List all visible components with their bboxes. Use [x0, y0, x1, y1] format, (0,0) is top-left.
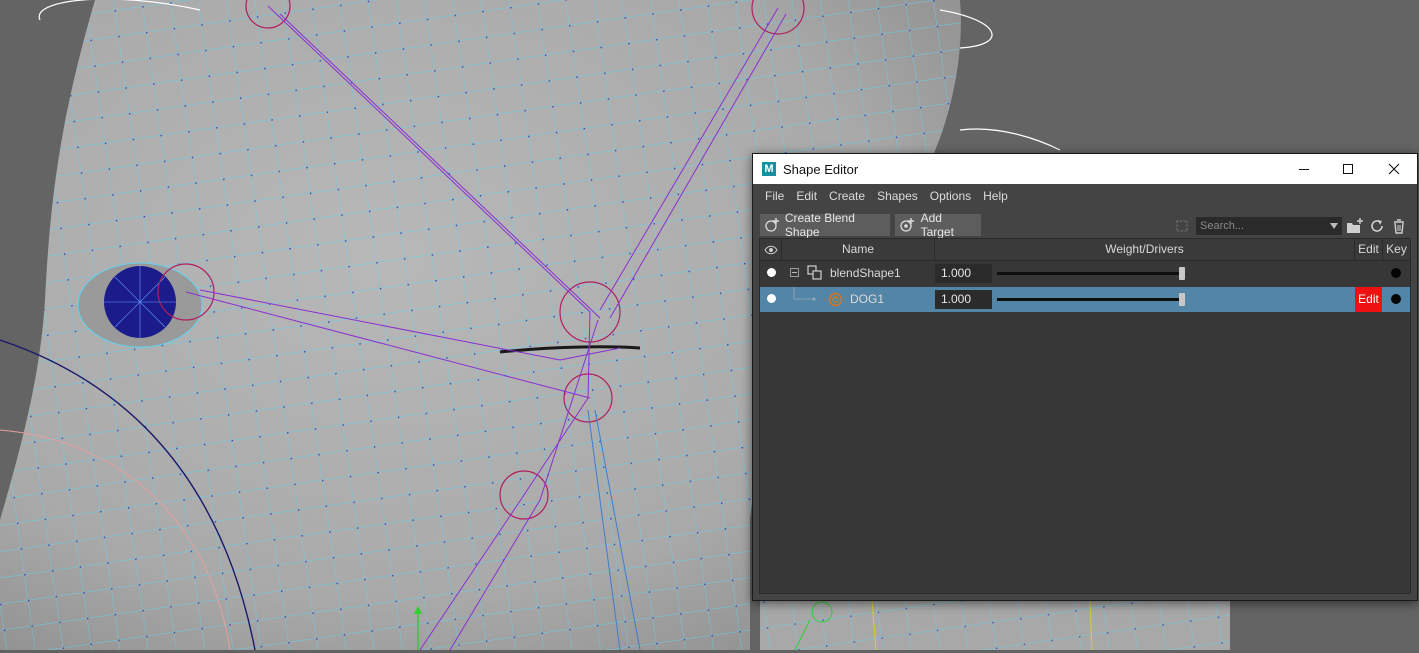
column-header: Name Weight/Drivers Edit Key	[760, 239, 1410, 261]
menu-help[interactable]: Help	[977, 189, 1014, 203]
target-row[interactable]: DOG1 1.000 Edit	[760, 287, 1410, 312]
weight-column-header[interactable]: Weight/Drivers	[935, 239, 1355, 260]
menu-shapes[interactable]: Shapes	[871, 189, 924, 203]
target-icon	[828, 292, 843, 307]
target-weight-field[interactable]: 1.000	[935, 290, 992, 309]
edit-target-button[interactable]: Edit	[1355, 287, 1382, 312]
search-field[interactable]	[1196, 217, 1342, 235]
edit-column-header[interactable]: Edit	[1355, 239, 1383, 260]
trash-icon[interactable]	[1390, 217, 1408, 235]
tree-connector	[793, 287, 816, 301]
blendshape-name[interactable]: blendShape1	[830, 261, 901, 286]
add-target-label: Add Target	[920, 211, 954, 239]
name-column-header[interactable]: Name	[782, 239, 935, 260]
key-column-header[interactable]: Key	[1383, 239, 1410, 260]
visibility-toggle[interactable]	[767, 294, 776, 303]
blendshape-row[interactable]: blendShape1 1.000	[760, 261, 1410, 286]
eye-icon	[763, 245, 778, 255]
add-target-icon	[900, 218, 914, 232]
dropdown-arrow-icon[interactable]	[1329, 222, 1339, 230]
create-blend-shape-button[interactable]: Create Blend Shape	[760, 211, 890, 239]
maximize-button[interactable]	[1325, 154, 1371, 184]
menu-create[interactable]: Create	[823, 189, 871, 203]
window-title: Shape Editor	[783, 161, 859, 177]
visibility-column[interactable]	[760, 239, 782, 260]
toolbar: Create Blend Shape Add Target	[753, 208, 1417, 239]
filter-icon[interactable]	[1173, 217, 1191, 235]
key-button[interactable]	[1391, 294, 1401, 304]
slider-handle[interactable]	[1179, 267, 1185, 280]
target-weight-slider[interactable]	[997, 293, 1185, 306]
search-input[interactable]	[1196, 220, 1329, 232]
add-target-button[interactable]: Add Target	[895, 211, 981, 239]
key-button[interactable]	[1391, 268, 1401, 278]
maya-icon: M	[762, 162, 776, 176]
close-icon	[1388, 163, 1400, 175]
refresh-icon[interactable]	[1368, 217, 1386, 235]
title-bar[interactable]: M Shape Editor	[753, 154, 1417, 184]
create-blend-shape-icon	[765, 218, 779, 232]
target-name[interactable]: DOG1	[850, 287, 884, 312]
blendshape-icon	[807, 265, 822, 280]
minimize-icon	[1299, 169, 1309, 170]
close-button[interactable]	[1371, 154, 1417, 184]
visibility-toggle[interactable]	[767, 268, 776, 277]
minimize-button[interactable]	[1281, 154, 1327, 184]
menu-options[interactable]: Options	[924, 189, 977, 203]
menu-bar: File Edit Create Shapes Options Help	[753, 184, 1417, 208]
collapse-icon[interactable]	[790, 268, 800, 278]
maximize-icon	[1343, 164, 1353, 174]
menu-edit[interactable]: Edit	[790, 189, 823, 203]
create-blend-shape-label: Create Blend Shape	[784, 211, 855, 239]
shape-list-panel[interactable]: Name Weight/Drivers Edit Key blendShape1…	[759, 238, 1411, 594]
shape-editor-window[interactable]: M Shape Editor File Edit Create Shapes O…	[752, 153, 1418, 601]
slider-handle[interactable]	[1179, 293, 1185, 306]
menu-file[interactable]: File	[759, 189, 790, 203]
new-folder-icon[interactable]	[1346, 217, 1364, 235]
blendshape-weight-slider[interactable]	[997, 267, 1185, 280]
blendshape-weight-field[interactable]: 1.000	[935, 264, 992, 283]
